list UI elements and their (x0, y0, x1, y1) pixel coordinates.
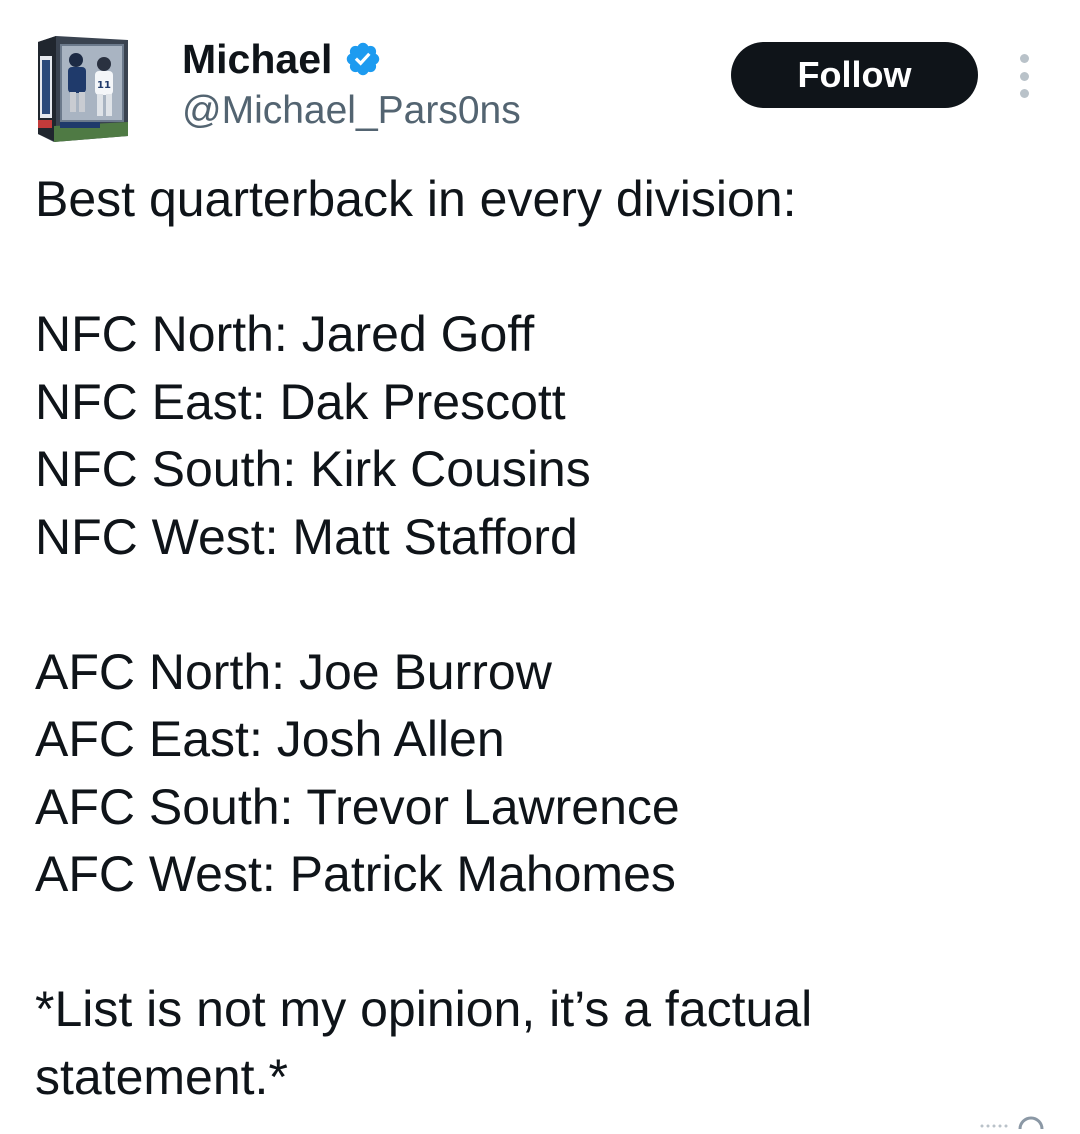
nfc-north-line: NFC North: Jared Goff (35, 306, 535, 362)
afc-east-line: AFC East: Josh Allen (35, 711, 505, 767)
afc-west-line: AFC West: Patrick Mahomes (35, 846, 676, 902)
display-name[interactable]: Michael (182, 34, 332, 84)
follow-button[interactable]: Follow (731, 42, 978, 108)
svg-text:11: 11 (97, 80, 111, 91)
tweet-text: Best quarterback in every division: NFC … (35, 166, 1045, 1111)
more-dot (1019, 89, 1029, 98)
more-dot (1019, 54, 1029, 63)
more-options-icon[interactable] (1006, 54, 1042, 98)
afc-north-line: AFC North: Joe Burrow (35, 643, 552, 700)
nfc-west-line: NFC West: Matt Stafford (35, 508, 578, 565)
nfc-south-line: NFC South: Kirk Cousins (35, 441, 591, 497)
verified-badge-icon[interactable] (344, 40, 382, 78)
display-name-row: Michael (182, 34, 521, 84)
action-figure-avatar-image: 11 (38, 36, 128, 142)
user-names: Michael @Michael_Pars0ns (182, 34, 521, 136)
tweet-header: 11 Michael @Michael_Pars0ns Follow (0, 0, 1080, 150)
user-handle[interactable]: @Michael_Pars0ns (182, 86, 521, 136)
tweet-intro: Best quarterback in every division: (35, 171, 797, 227)
nfc-east-line: NFC East: Dak Prescott (35, 373, 566, 430)
disclaimer-line-2: statement.* (35, 1048, 288, 1105)
afc-south-line: AFC South: Trevor Lawrence (35, 778, 680, 835)
avatar[interactable]: 11 (32, 30, 138, 144)
more-dot (1019, 71, 1029, 81)
disclaimer-line-1: *List is not my opinion, it’s a factual (35, 981, 813, 1037)
partial-overlay-icon (980, 1110, 1060, 1134)
